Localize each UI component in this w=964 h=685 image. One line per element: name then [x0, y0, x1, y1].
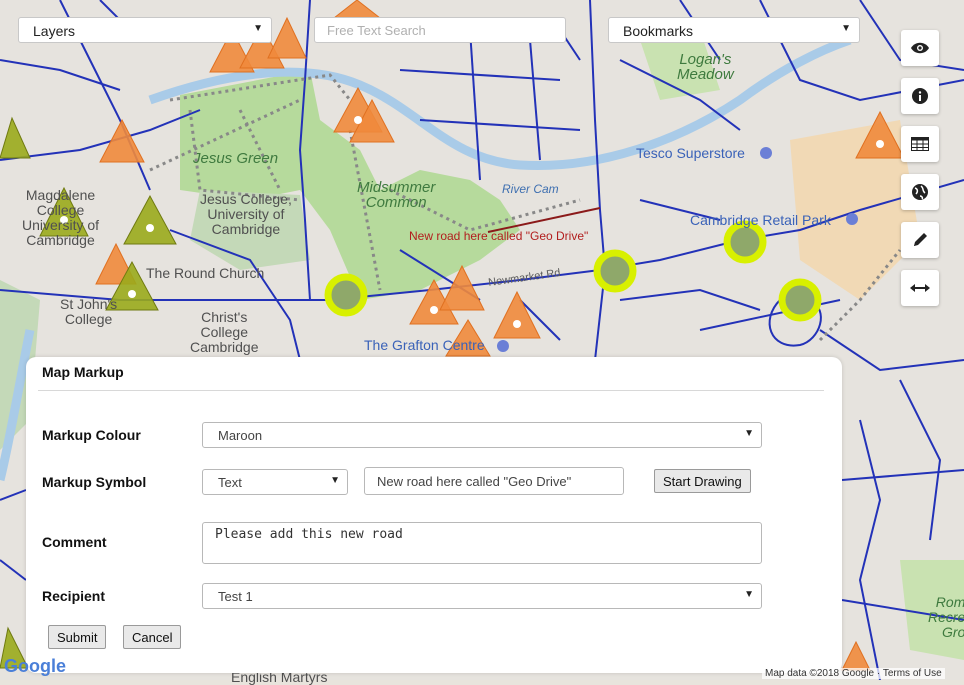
chevron-down-icon: ▼	[253, 23, 263, 34]
markup-colour-label: Markup Colour	[42, 427, 141, 443]
recipient-value: Test 1	[218, 589, 253, 604]
chevron-down-icon: ▼	[841, 23, 851, 34]
map-label-midsummer-common: Midsummer Common	[357, 179, 436, 211]
chevron-down-icon: ▼	[744, 428, 754, 439]
submit-button[interactable]: Submit	[48, 625, 107, 649]
map-label-tesco: Tesco Superstore	[636, 145, 745, 161]
comment-textarea[interactable]: Please add this new road	[202, 522, 762, 564]
markup-text-input[interactable]	[364, 467, 624, 495]
layers-label: Layers	[33, 23, 76, 39]
info-tool-button[interactable]	[901, 78, 939, 114]
map-annotation-text: New road here called "Geo Drive"	[409, 229, 589, 243]
visibility-tool-button[interactable]	[901, 30, 939, 66]
recipient-select[interactable]: Test 1 ▼	[202, 583, 762, 609]
map-label-round-church: The Round Church	[146, 265, 265, 281]
measure-icon	[910, 284, 930, 292]
recipient-label: Recipient	[42, 588, 106, 604]
markup-colour-value: Maroon	[218, 428, 263, 443]
markup-colour-select[interactable]: Maroon ▼	[202, 422, 762, 448]
table-icon	[911, 137, 929, 151]
map-label-river-cam: River Cam	[502, 182, 559, 196]
chevron-down-icon: ▼	[744, 589, 754, 600]
divider	[38, 390, 824, 391]
globe-icon	[912, 184, 928, 200]
markup-symbol-value: Text	[218, 475, 242, 490]
bookmarks-label: Bookmarks	[623, 23, 694, 39]
table-tool-button[interactable]	[901, 126, 939, 162]
map-label-rome-rec: Rom Recre Gro	[928, 594, 964, 640]
measure-tool-button[interactable]	[901, 270, 939, 306]
panel-title: Map Markup	[42, 364, 124, 380]
google-logo: Google	[4, 656, 66, 676]
globe-tool-button[interactable]	[901, 174, 939, 210]
info-icon	[912, 88, 928, 104]
pencil-icon	[914, 233, 927, 246]
map-attribution[interactable]: Map data ©2018 Google · Terms of Use	[762, 668, 945, 679]
map-markup-panel: Map Markup Markup Colour Maroon ▼ Markup…	[26, 357, 842, 673]
markup-symbol-label: Markup Symbol	[42, 474, 147, 490]
map-label-jesus-college: Jesus College, University of Cambridge	[200, 191, 292, 237]
draw-tool-button[interactable]	[901, 222, 939, 258]
comment-label: Comment	[42, 534, 107, 550]
cancel-button[interactable]: Cancel	[123, 625, 182, 649]
start-drawing-button[interactable]: Start Drawing	[654, 469, 751, 493]
free-text-search-input[interactable]	[314, 17, 566, 43]
eye-icon	[911, 42, 929, 54]
map-label-magdalene: Magdalene College University of Cambridg…	[22, 187, 100, 248]
layers-dropdown[interactable]: Layers ▼	[18, 17, 272, 43]
map-label-grafton-centre: The Grafton Centre	[364, 337, 485, 353]
markup-symbol-select[interactable]: Text ▼	[202, 469, 348, 495]
map-label-st-johns: St John's College	[60, 296, 118, 327]
map-label-retail-park: Cambridge Retail Park	[690, 212, 831, 228]
map-label-logans-meadow: Logan's Meadow	[677, 51, 734, 83]
map-label-christs-college: Christ's College Cambridge	[190, 309, 259, 355]
bookmarks-dropdown[interactable]: Bookmarks ▼	[608, 17, 860, 43]
map-label-jesus-green: Jesus Green	[193, 150, 279, 167]
chevron-down-icon: ▼	[330, 475, 340, 486]
